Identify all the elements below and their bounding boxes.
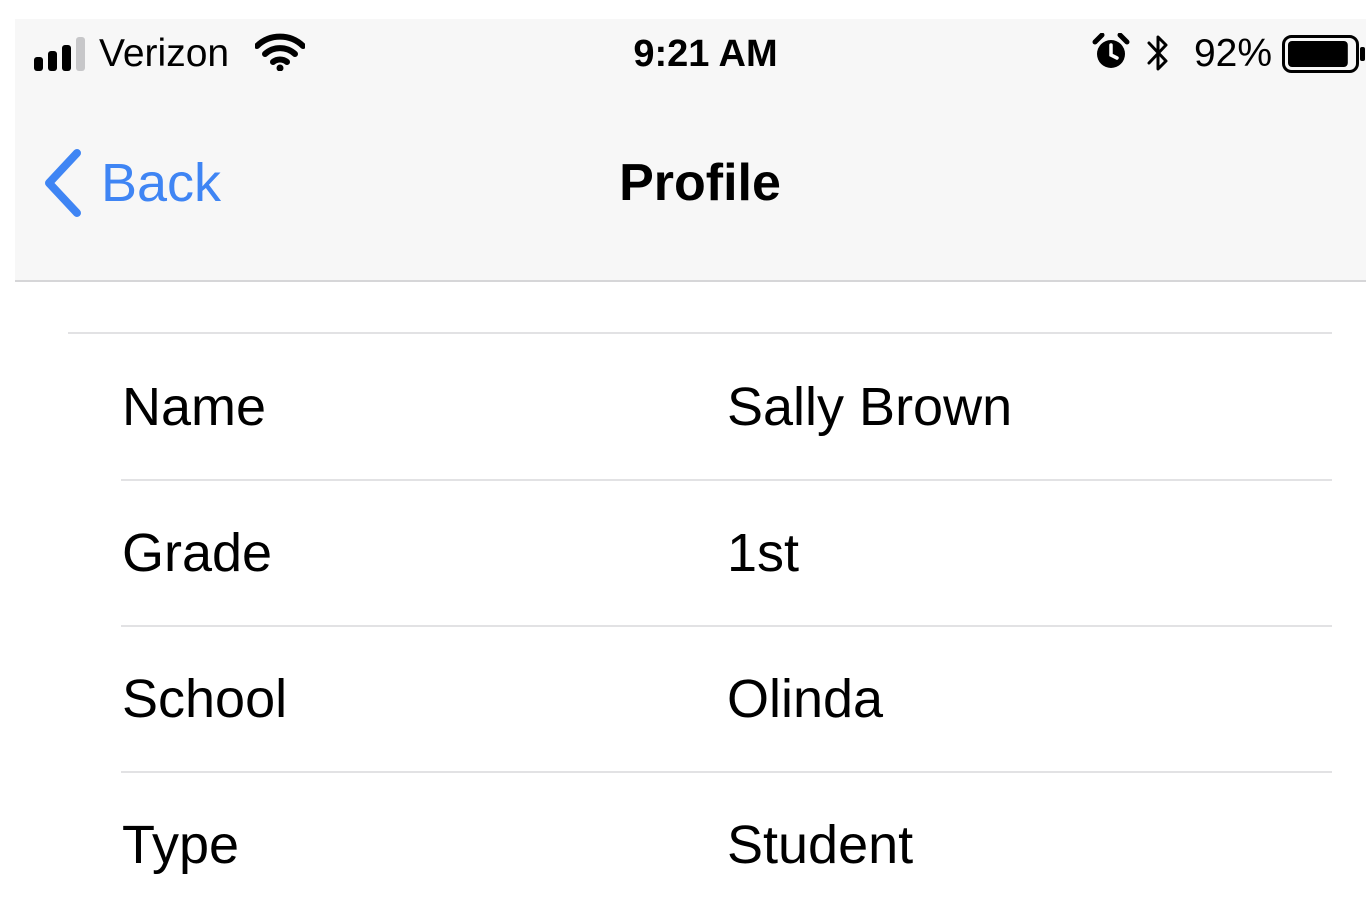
bluetooth-icon [1147,35,1168,71]
battery-icon [1282,35,1365,73]
profile-row-school: School Olinda [15,626,1366,773]
row-value: Olinda [727,669,884,729]
profile-row-grade: Grade 1st [15,480,1366,627]
battery-percentage: 92% [1193,32,1272,75]
page-title: Profile [619,154,781,212]
profile-row-type: Type Student [15,772,1366,918]
row-label: School [122,669,288,729]
row-value: Sally Brown [727,377,1013,437]
alarm-icon [1092,33,1130,68]
header: Verizon 9:21 AM 92% Back Profile [15,19,1366,282]
row-label: Type [122,815,240,875]
profile-row-name: Name Sally Brown [15,334,1366,481]
row-value: Student [727,815,914,875]
row-label: Grade [122,523,273,583]
status-bar: Verizon 9:21 AM 92% [15,19,1366,89]
row-label: Name [122,377,267,437]
profile-screen: Verizon 9:21 AM 92% Back Profile Name Sa… [15,19,1366,910]
row-value: 1st [727,523,800,583]
